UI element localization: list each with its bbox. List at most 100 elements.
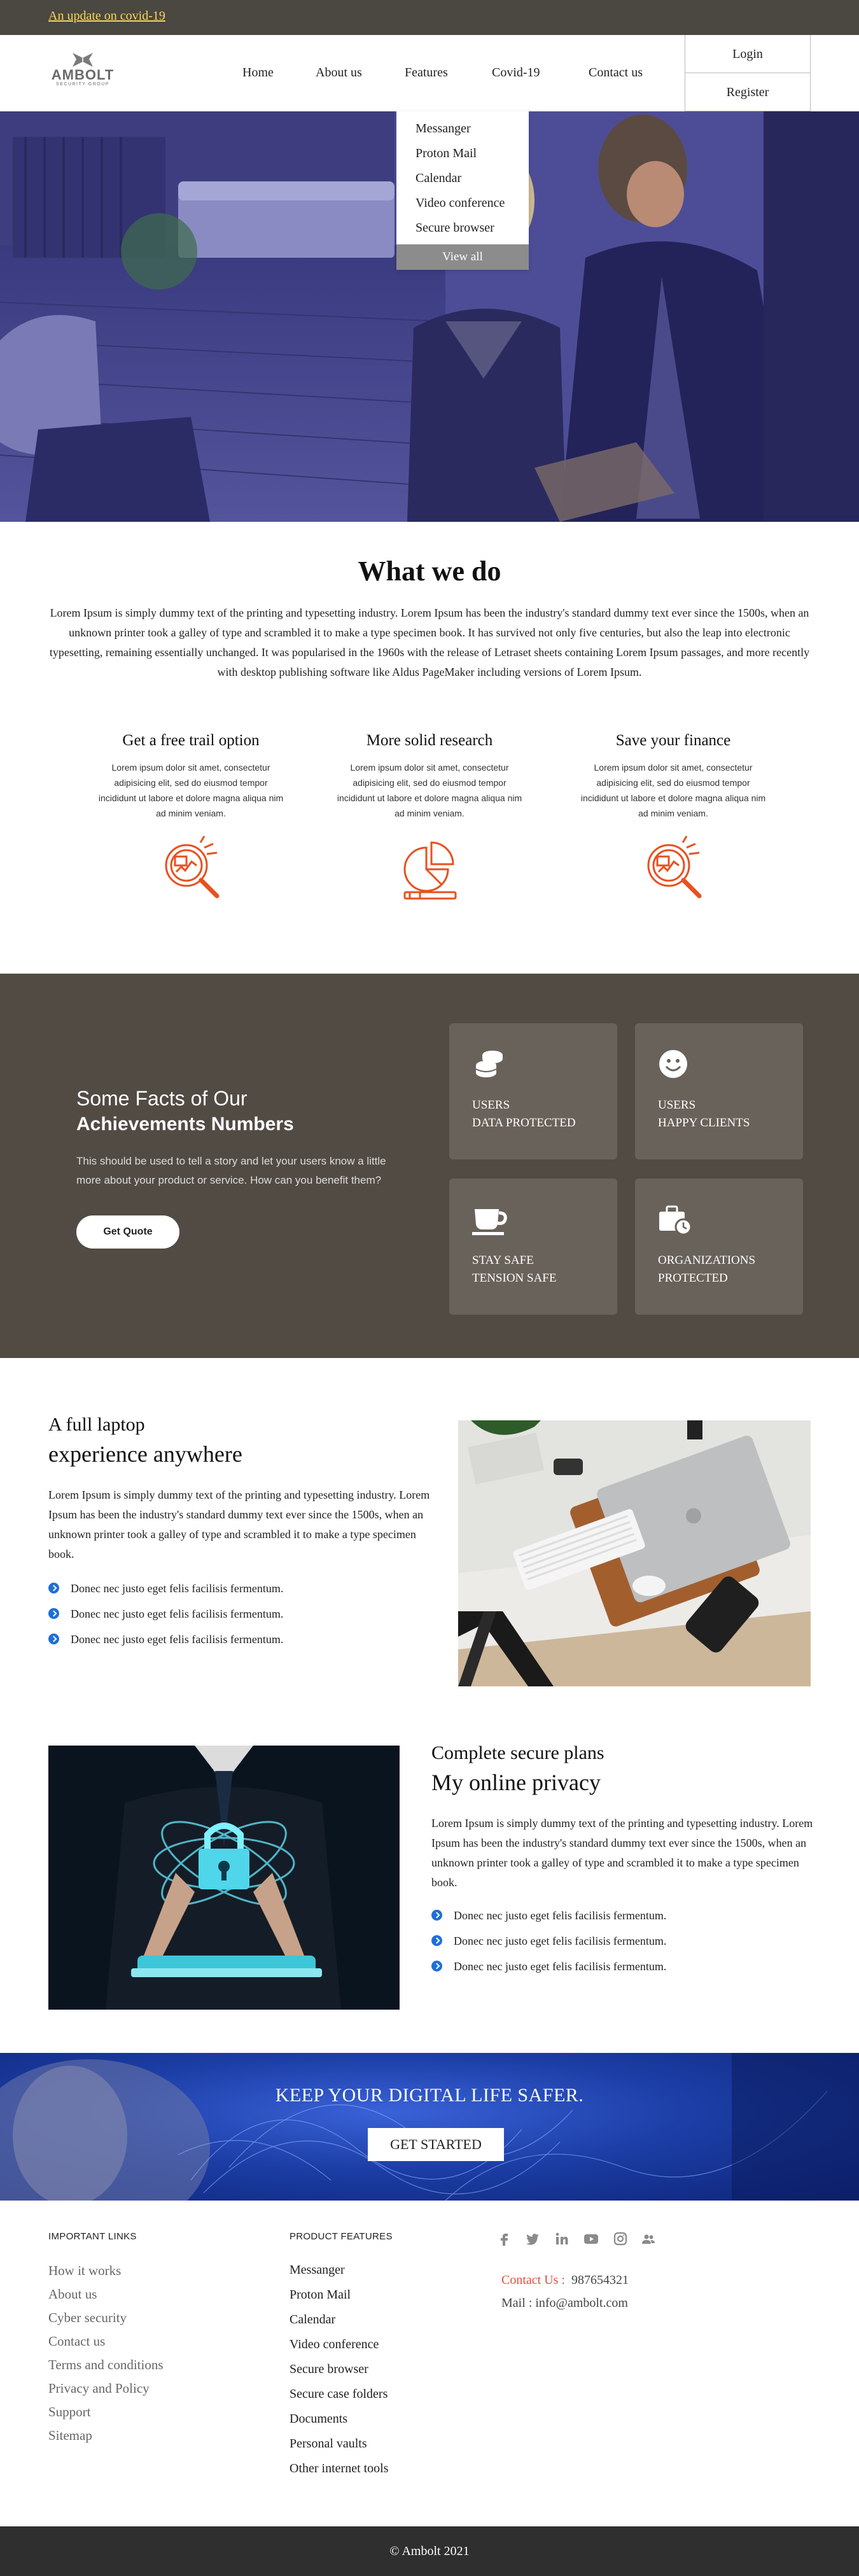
list-item: Donec nec justo eget felis facilisis fer…: [431, 1935, 666, 1948]
dropdown-item-secure-browser[interactable]: Secure browser: [396, 216, 529, 241]
list-item-text: Donec nec justo eget felis facilisis fer…: [71, 1582, 284, 1595]
footer-link[interactable]: Documents: [290, 2412, 347, 2426]
feature-title: Get a free trail option: [122, 732, 260, 749]
laptop-section-text: Lorem Ipsum is simply dummy text of the …: [48, 1488, 430, 1560]
dropdown-item-video-conference[interactable]: Video conference: [396, 191, 529, 216]
linkedin-icon[interactable]: [554, 2231, 570, 2246]
footer-link[interactable]: About us: [48, 2286, 97, 2302]
what-we-do-title: What we do: [358, 556, 501, 587]
list-item: Donec nec justo eget felis facilisis fer…: [48, 1633, 283, 1646]
feature-text: Lorem ipsum dolor sit amet, consectetur …: [337, 762, 522, 818]
contact-number[interactable]: 987654321: [571, 2273, 629, 2287]
users-icon[interactable]: [640, 2231, 657, 2246]
laptop-section-subtitle: A full laptop: [48, 1414, 145, 1435]
facts-heading: Some Facts of Our: [76, 1087, 248, 1110]
footer-link[interactable]: Terms and conditions: [48, 2357, 164, 2373]
footer-link[interactable]: Personal vaults: [290, 2437, 367, 2451]
list-item-text: Donec nec justo eget felis facilisis fer…: [454, 1909, 667, 1922]
contact-label: Contact Us :: [501, 2273, 565, 2287]
stat-card: USERS HAPPY CLIENTS: [635, 1023, 803, 1159]
stat-label: ORGANIZATIONS: [658, 1254, 756, 1267]
footer-link[interactable]: Cyber security: [48, 2310, 127, 2326]
chevron-right-icon: [431, 1935, 442, 1947]
stat-label: USERS: [472, 1098, 510, 1112]
nav-covid-19[interactable]: Covid-19: [492, 66, 540, 80]
footer-link[interactable]: Contact us: [48, 2334, 105, 2349]
footer-link[interactable]: Privacy and Policy: [48, 2381, 150, 2397]
stat-card: ORGANIZATIONS PROTECTED: [635, 1179, 803, 1315]
feature-title: More solid research: [366, 732, 493, 749]
login-button[interactable]: Login: [685, 35, 810, 73]
footer-link[interactable]: Video conference: [290, 2337, 379, 2352]
feature-card: Save your finance Lorem ipsum dolor sit …: [578, 732, 769, 908]
what-we-do-text: Lorem Ipsum is simply dummy text of the …: [49, 606, 810, 678]
contact-mail[interactable]: Mail : info@ambolt.com: [501, 2296, 628, 2311]
analytics-magnifier-icon: [165, 836, 220, 899]
chevron-right-icon: [48, 1608, 59, 1620]
privacy-section-text: Lorem Ipsum is simply dummy text of the …: [431, 1817, 813, 1889]
nav-contact-us[interactable]: Contact us: [589, 66, 643, 80]
list-item: Donec nec justo eget felis facilisis fer…: [48, 1607, 283, 1621]
stat-label: USERS: [658, 1098, 696, 1112]
stat-value: PROTECTED: [658, 1271, 728, 1285]
twitter-icon[interactable]: [524, 2231, 541, 2246]
footer-link[interactable]: Support: [48, 2404, 91, 2420]
analytics-magnifier-icon: [647, 836, 702, 899]
nav-about-us[interactable]: About us: [316, 66, 362, 80]
footer-link[interactable]: Secure browser: [290, 2362, 368, 2377]
covid-update-link[interactable]: An update on covid-19: [48, 9, 165, 24]
banner-title: KEEP YOUR DIGITAL LIFE SAFER.: [275, 2085, 584, 2106]
list-item-text: Donec nec justo eget felis facilisis fer…: [71, 1633, 284, 1646]
logo-tagline: SECURITY GROUP: [56, 82, 109, 87]
facebook-icon[interactable]: [496, 2231, 513, 2246]
nav-home[interactable]: Home: [242, 66, 274, 80]
logo-name: AMBOLT: [51, 67, 115, 83]
feature-card: Get a free trail option Lorem ipsum dolo…: [95, 732, 286, 908]
footer-link[interactable]: Messanger: [290, 2263, 345, 2278]
contact-phone: Contact Us : 987654321: [501, 2273, 629, 2288]
stat-card: USERS DATA PROTECTED: [449, 1023, 617, 1159]
banner-background: [0, 2053, 859, 2201]
footer-link[interactable]: Other internet tools: [290, 2461, 389, 2476]
list-item-text: Donec nec justo eget felis facilisis fer…: [71, 1607, 284, 1620]
smiley-icon: [659, 1050, 687, 1078]
chevron-right-icon: [48, 1583, 59, 1594]
dropdown-view-all-button[interactable]: View all: [396, 244, 529, 270]
site-header: AMBOLT SECURITY GROUP Home About us Feat…: [0, 35, 859, 111]
nav-features[interactable]: Features: [405, 66, 448, 80]
coins-icon: [475, 1051, 503, 1077]
dropdown-item-proton-mail[interactable]: Proton Mail: [396, 141, 529, 166]
get-quote-button[interactable]: Get Quote: [76, 1215, 179, 1249]
logo-mark-icon: [73, 53, 93, 67]
stat-label: STAY SAFE: [472, 1254, 534, 1267]
feature-text: Lorem ipsum dolor sit amet, consectetur …: [98, 762, 284, 818]
covid-notice-bar: An update on covid-19: [0, 0, 859, 35]
list-item: Donec nec justo eget felis facilisis fer…: [431, 1909, 666, 1922]
get-started-button[interactable]: GET STARTED: [368, 2128, 504, 2161]
cta-banner: KEEP YOUR DIGITAL LIFE SAFER. GET STARTE…: [0, 2053, 859, 2201]
dropdown-item-calendar[interactable]: Calendar: [396, 166, 529, 191]
youtube-icon[interactable]: [583, 2231, 599, 2246]
copyright-bar: © Ambolt 2021: [0, 2526, 859, 2576]
chevron-right-icon: [431, 1961, 442, 1972]
register-button[interactable]: Register: [685, 73, 810, 111]
briefcase-clock-icon: [659, 1205, 692, 1236]
footer-link[interactable]: Calendar: [290, 2313, 335, 2327]
logo[interactable]: AMBOLT SECURITY GROUP: [50, 50, 116, 96]
laptop-section-title: experience anywhere: [48, 1441, 242, 1467]
stat-card: STAY SAFE TENSION SAFE: [449, 1179, 617, 1315]
dropdown-item-messanger[interactable]: Messanger: [396, 116, 529, 141]
list-item-text: Donec nec justo eget felis facilisis fer…: [454, 1935, 667, 1947]
security-lock-image: [48, 1746, 400, 2010]
footer-heading-product-features: PRODUCT FEATURES: [290, 2231, 393, 2242]
footer-link[interactable]: Sitemap: [48, 2428, 92, 2444]
footer-link[interactable]: How it works: [48, 2263, 121, 2279]
footer-link[interactable]: Secure case folders: [290, 2387, 388, 2402]
instagram-icon[interactable]: [612, 2231, 629, 2246]
site-footer: IMPORTANT LINKS How it works About us Cy…: [0, 2201, 859, 2526]
pie-chart-icon: [403, 841, 457, 900]
stat-value: DATA PROTECTED: [472, 1116, 576, 1130]
chevron-right-icon: [48, 1634, 59, 1645]
footer-link[interactable]: Proton Mail: [290, 2288, 351, 2302]
coffee-cup-icon: [472, 1209, 507, 1235]
